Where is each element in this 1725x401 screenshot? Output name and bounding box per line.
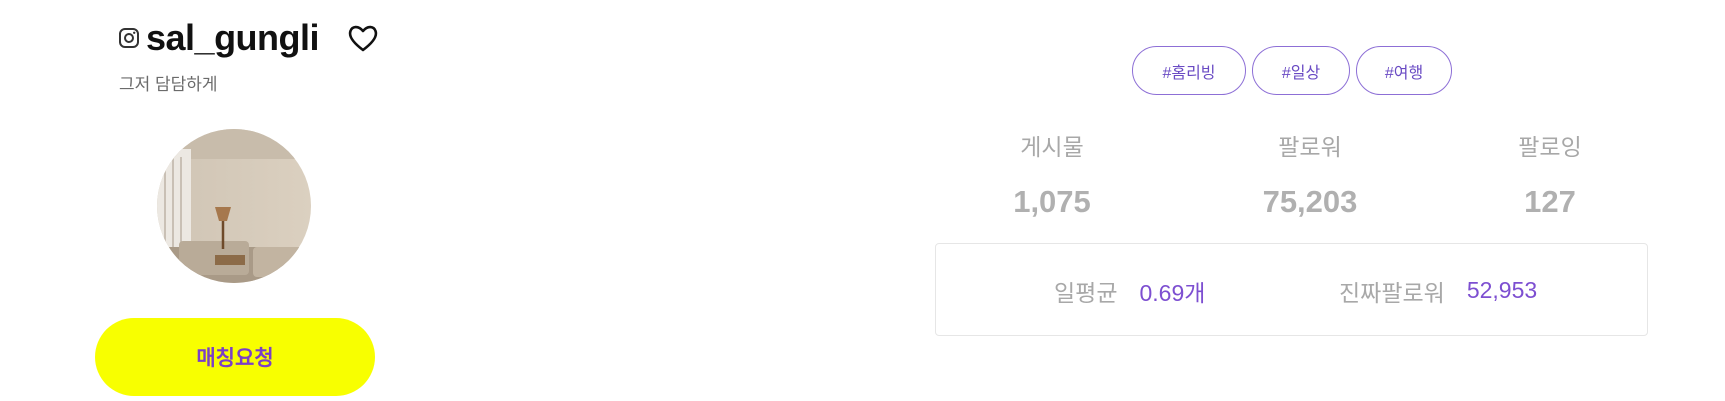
real-followers: 진짜팔로워 52,953 xyxy=(1339,244,1537,337)
profile-header: sal_gungli xyxy=(118,18,381,58)
real-followers-value: 52,953 xyxy=(1466,277,1538,303)
instagram-icon xyxy=(118,27,140,49)
tag-list: #홈리빙 #일상 #여행 xyxy=(1132,46,1452,95)
real-followers-label: 진짜팔로워 xyxy=(1339,279,1445,306)
daily-average: 일평균 0.69개 xyxy=(1054,244,1205,337)
heart-icon[interactable] xyxy=(345,20,381,56)
stat-value: 127 xyxy=(1524,184,1576,219)
avatar xyxy=(157,129,311,283)
summary-box: 일평균 0.69개 진짜팔로워 52,953 xyxy=(935,243,1648,336)
stat-followers: 팔로워 75,203 xyxy=(1210,128,1410,220)
tag-chip[interactable]: #일상 xyxy=(1252,46,1350,95)
username: sal_gungli xyxy=(146,17,320,58)
stat-label: 팔로잉 xyxy=(1518,134,1582,160)
tag-chip[interactable]: #홈리빙 xyxy=(1132,46,1246,95)
stat-following: 팔로잉 127 xyxy=(1450,128,1650,220)
stat-posts: 게시물 1,075 xyxy=(952,128,1152,220)
profile-bio: 그저 담담하게 xyxy=(119,75,218,94)
daily-average-label: 일평균 xyxy=(1054,279,1118,306)
daily-average-value: 0.69개 xyxy=(1139,279,1206,306)
stat-label: 팔로워 xyxy=(1278,134,1342,160)
stat-value: 1,075 xyxy=(1013,184,1091,219)
stat-label: 게시물 xyxy=(1020,134,1084,160)
tag-chip[interactable]: #여행 xyxy=(1356,46,1452,95)
match-request-button[interactable]: 매칭요청 xyxy=(95,318,375,396)
stat-value: 75,203 xyxy=(1262,184,1358,219)
